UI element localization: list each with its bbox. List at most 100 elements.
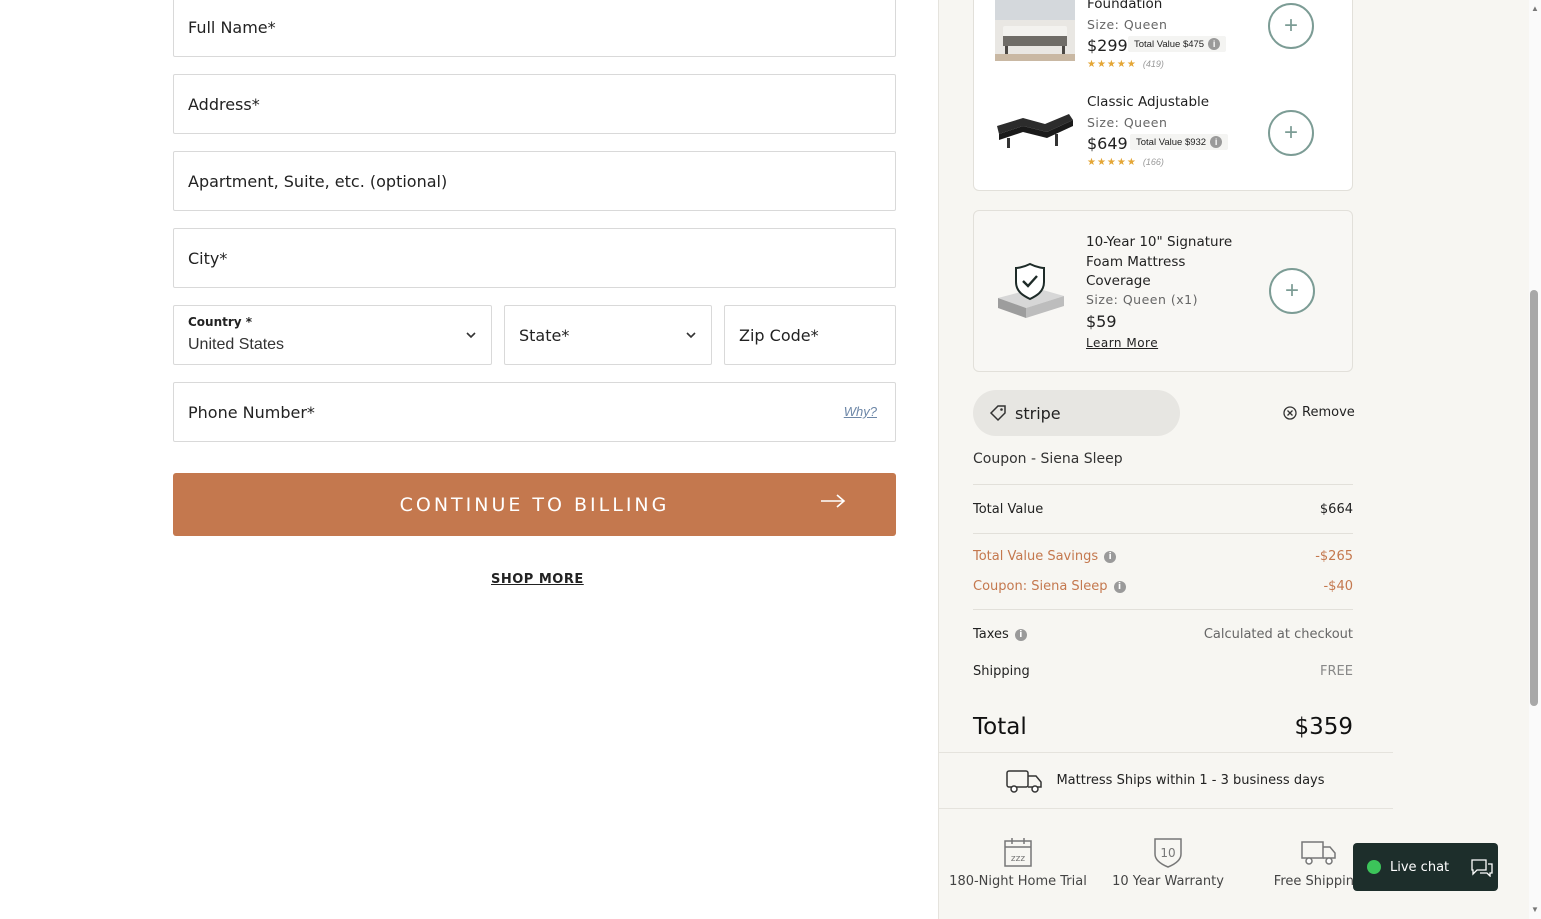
adjustable-base-image	[997, 114, 1073, 148]
zip-code-field[interactable]: Zip Code*	[724, 305, 896, 365]
apartment-field[interactable]: Apartment, Suite, etc. (optional)	[173, 151, 896, 211]
city-placeholder: City*	[188, 248, 228, 268]
total-value-pill: Total Value $475 i	[1128, 36, 1227, 52]
add-adjustable-button[interactable]: +	[1268, 110, 1314, 156]
phone-why-link[interactable]: Why?	[844, 404, 877, 419]
scrollbar-thumb[interactable]	[1530, 290, 1538, 706]
total-value-pill: Total Value $932 i	[1130, 134, 1229, 150]
continue-to-billing-button[interactable]: CONTINUE TO BILLING	[173, 473, 896, 536]
product-size: Size: Queen	[1087, 115, 1168, 130]
savings-label: Total Value Savings	[973, 549, 1099, 564]
applied-coupon-pill: stripe	[973, 390, 1180, 436]
shipping-row: Shipping FREE	[973, 664, 1353, 679]
chevron-down-icon	[686, 332, 696, 339]
truck-icon	[1301, 841, 1336, 865]
coverage-price: $59	[1086, 312, 1117, 331]
full-name-placeholder: Full Name*	[188, 17, 276, 37]
calendar-zzz-icon: zzz	[1004, 838, 1032, 867]
info-icon[interactable]: i	[1208, 38, 1221, 50]
total-value-text: Total Value $932	[1136, 136, 1207, 148]
state-select[interactable]: State*	[504, 305, 712, 365]
full-name-field[interactable]: Full Name*	[173, 0, 896, 57]
product-name: Classic Adjustable	[1087, 94, 1210, 110]
country-label: Country *	[188, 315, 253, 329]
address-field[interactable]: Address*	[173, 74, 896, 134]
chat-bubbles-icon	[1471, 859, 1493, 877]
state-placeholder: State*	[519, 325, 570, 345]
coverage-name: 10-Year 10" Signature Foam Mattress Cove…	[1086, 234, 1233, 289]
total-value-label: Total Value	[973, 502, 1044, 517]
plus-icon: +	[1284, 277, 1299, 304]
shop-more-link[interactable]: SHOP MORE	[491, 572, 584, 587]
chevron-down-icon	[466, 332, 476, 339]
svg-text:zzz: zzz	[1011, 854, 1025, 864]
product-price: $299	[1087, 36, 1128, 55]
foundation-image	[995, 0, 1075, 61]
close-circle-icon	[1283, 405, 1297, 420]
total-row: Total $359	[973, 714, 1353, 740]
taxes-label: Taxes	[973, 627, 1009, 642]
rating-stars: ★★★★★ (166)	[1087, 157, 1164, 168]
taxes-row: Taxes i Calculated at checkout	[973, 627, 1353, 642]
continue-label: CONTINUE TO BILLING	[399, 493, 670, 516]
total-value-text: Total Value $475	[1134, 38, 1205, 50]
live-chat-button[interactable]: Live chat	[1353, 843, 1498, 891]
total-value-row: Total Value $664	[973, 502, 1353, 517]
phone-field[interactable]: Phone Number* Why?	[173, 382, 896, 442]
remove-label: Remove	[1302, 405, 1355, 420]
info-icon[interactable]: i	[1014, 628, 1027, 641]
tag-icon	[989, 405, 1006, 422]
plus-icon: +	[1283, 12, 1298, 39]
info-icon[interactable]: i	[1104, 550, 1117, 563]
feature-label: Free Shipping	[1273, 874, 1363, 889]
feature-home-trial: zzz 180-Night Home Trial	[943, 836, 1093, 889]
divider	[973, 609, 1353, 610]
svg-text:10: 10	[1160, 846, 1175, 860]
review-count: (166)	[1142, 157, 1164, 167]
remove-coupon-button[interactable]: Remove	[1283, 405, 1355, 420]
address-placeholder: Address*	[188, 94, 260, 114]
live-chat-label: Live chat	[1390, 859, 1450, 875]
info-icon[interactable]: i	[1113, 580, 1126, 593]
savings-amount: -$265	[1315, 549, 1353, 564]
apartment-placeholder: Apartment, Suite, etc. (optional)	[188, 171, 448, 191]
phone-placeholder: Phone Number*	[188, 402, 315, 422]
shield-10-icon: 10	[1154, 838, 1182, 868]
plus-icon: +	[1283, 119, 1298, 146]
zip-placeholder: Zip Code*	[739, 325, 819, 345]
divider	[973, 533, 1353, 534]
review-count: (419)	[1142, 59, 1164, 69]
shipping-value: FREE	[1320, 664, 1353, 679]
taxes-value: Calculated at checkout	[1203, 627, 1353, 642]
info-icon[interactable]: i	[1210, 136, 1223, 148]
city-field[interactable]: City*	[173, 228, 896, 288]
product-size: Size: Queen	[1087, 17, 1168, 32]
feature-label: 10 Year Warranty	[1112, 874, 1224, 889]
coupon-row-amount: -$40	[1323, 579, 1353, 594]
total-label: Total	[973, 714, 1027, 740]
total-amount: $359	[1294, 714, 1353, 740]
scroll-down-arrow-icon[interactable]: ▼	[1529, 904, 1541, 916]
add-coverage-button[interactable]: +	[1269, 268, 1315, 314]
coupon-row-label: Coupon: Siena Sleep	[973, 579, 1108, 594]
coupon-code: stripe	[1015, 403, 1061, 423]
online-status-icon	[1367, 860, 1381, 874]
divider	[973, 484, 1353, 485]
scroll-up-arrow-icon[interactable]: ▲	[1529, 3, 1541, 15]
truck-icon	[1006, 769, 1043, 793]
coverage-size: Size: Queen (x1)	[1086, 292, 1198, 307]
coupon-note: Coupon - Siena Sleep	[973, 451, 1123, 467]
product-price: $649	[1087, 134, 1128, 153]
product-name: Foundation	[1087, 0, 1163, 12]
shipping-label: Shipping	[973, 664, 1030, 679]
total-value-amount: $664	[1319, 502, 1353, 517]
learn-more-link[interactable]: Learn More	[1086, 336, 1158, 350]
feature-label: 180-Night Home Trial	[949, 874, 1087, 889]
add-foundation-button[interactable]: +	[1268, 3, 1314, 49]
rating-stars: ★★★★★ (419)	[1087, 59, 1164, 70]
arrow-right-icon	[821, 494, 846, 508]
shipping-notice: Mattress Ships within 1 - 3 business day…	[938, 752, 1393, 809]
coupon-row: Coupon: Siena Sleep i -$40	[973, 579, 1353, 594]
shipping-note-text: Mattress Ships within 1 - 3 business day…	[1056, 773, 1325, 788]
country-select[interactable]: Country * United States	[173, 305, 492, 365]
